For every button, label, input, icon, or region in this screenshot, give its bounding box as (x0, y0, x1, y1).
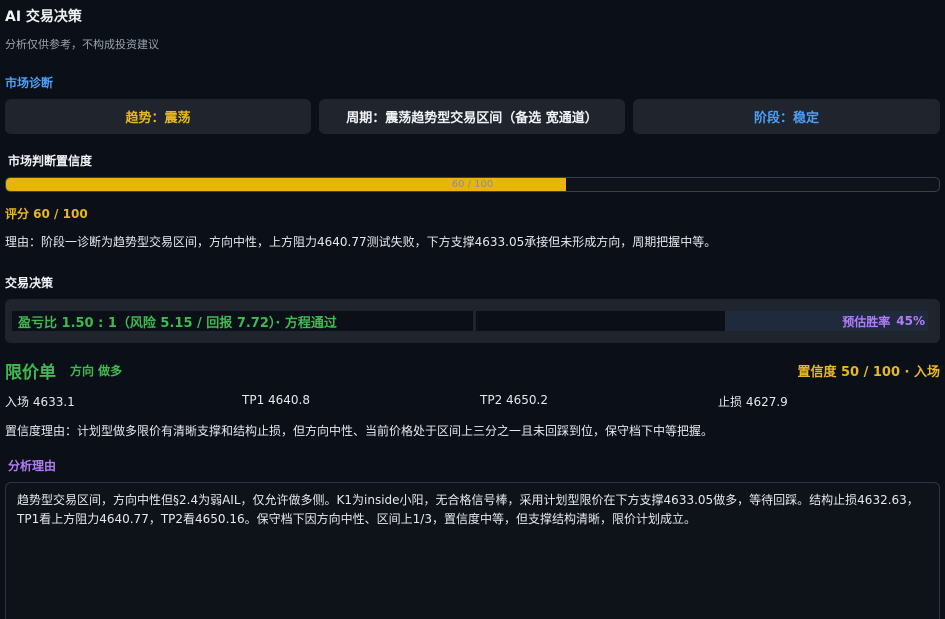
page-title: AI 交易决策 (5, 9, 82, 25)
analysis-textarea[interactable]: 趋势型交易区间，方向中性但§2.4为弱AIL，仅允许做多侧。K1为inside小… (5, 482, 940, 619)
entry-price: 入场 4633.1 (5, 395, 75, 409)
market-diagnosis-heading: 市场诊断 (5, 76, 54, 90)
winrate-value: 45% (896, 314, 925, 328)
analysis-heading: 分析理由 (8, 459, 57, 473)
tp1-price: TP1 4640.8 (242, 393, 311, 407)
confidence-justification: 置信度理由：计划型做多限价有清晰支撑和结构止损，但方向中性、当前价格处于区间上三… (5, 424, 714, 438)
risk-reward-panel: 盈亏比 1.50 : 1（风险 5.15 / 回报 7.72）· 方程通过 预估… (5, 299, 940, 343)
confidence-progress-text: 60 / 100 (451, 179, 494, 190)
order-direction: 方向 做多 (70, 364, 123, 378)
stage-card: 阶段：稳定 (633, 99, 940, 134)
cycle-label: 周期：震荡趋势型交易区间（备选 宽通道） (346, 111, 598, 126)
analysis-text: 趋势型交易区间，方向中性但§2.4为弱AIL，仅允许做多侧。K1为inside小… (17, 493, 919, 526)
risk-reward-ratio: 盈亏比 1.50 : 1（风险 5.15 / 回报 7.72）· 方程通过 (12, 311, 473, 331)
confidence-score: 评分 60 / 100 (5, 207, 88, 221)
confidence-progress-bar: 60 / 100 (5, 177, 940, 192)
confidence-heading: 市场判断置信度 (8, 154, 93, 168)
stage-label: 阶段：稳定 (753, 111, 819, 126)
trade-decision-heading: 交易决策 (5, 276, 54, 290)
stop-loss-price: 止损 4627.9 (718, 395, 788, 409)
winrate-label: 预估胜率 (842, 314, 891, 329)
trend-card: 趋势：震荡 (5, 99, 311, 134)
order-type: 限价单 (5, 363, 56, 383)
trend-label: 趋势：震荡 (125, 111, 191, 126)
risk-reward-text: 盈亏比 1.50 : 1（风险 5.15 / 回报 7.72）· 方程通过 (18, 315, 337, 331)
winrate-bar: 预估胜率 45% (476, 311, 928, 331)
winrate-readout: 预估胜率 45% (842, 311, 925, 331)
tp2-price: TP2 4650.2 (480, 393, 549, 407)
confidence-reason: 理由：阶段一诊断为趋势型交易区间，方向中性，上方阻力4640.77测试失败，下方… (5, 235, 717, 249)
cycle-card: 周期：震荡趋势型交易区间（备选 宽通道） (319, 99, 625, 134)
order-confidence: 置信度 50 / 100 · 入场 (797, 365, 940, 380)
disclaimer: 分析仅供参考，不构成投资建议 (5, 38, 159, 51)
